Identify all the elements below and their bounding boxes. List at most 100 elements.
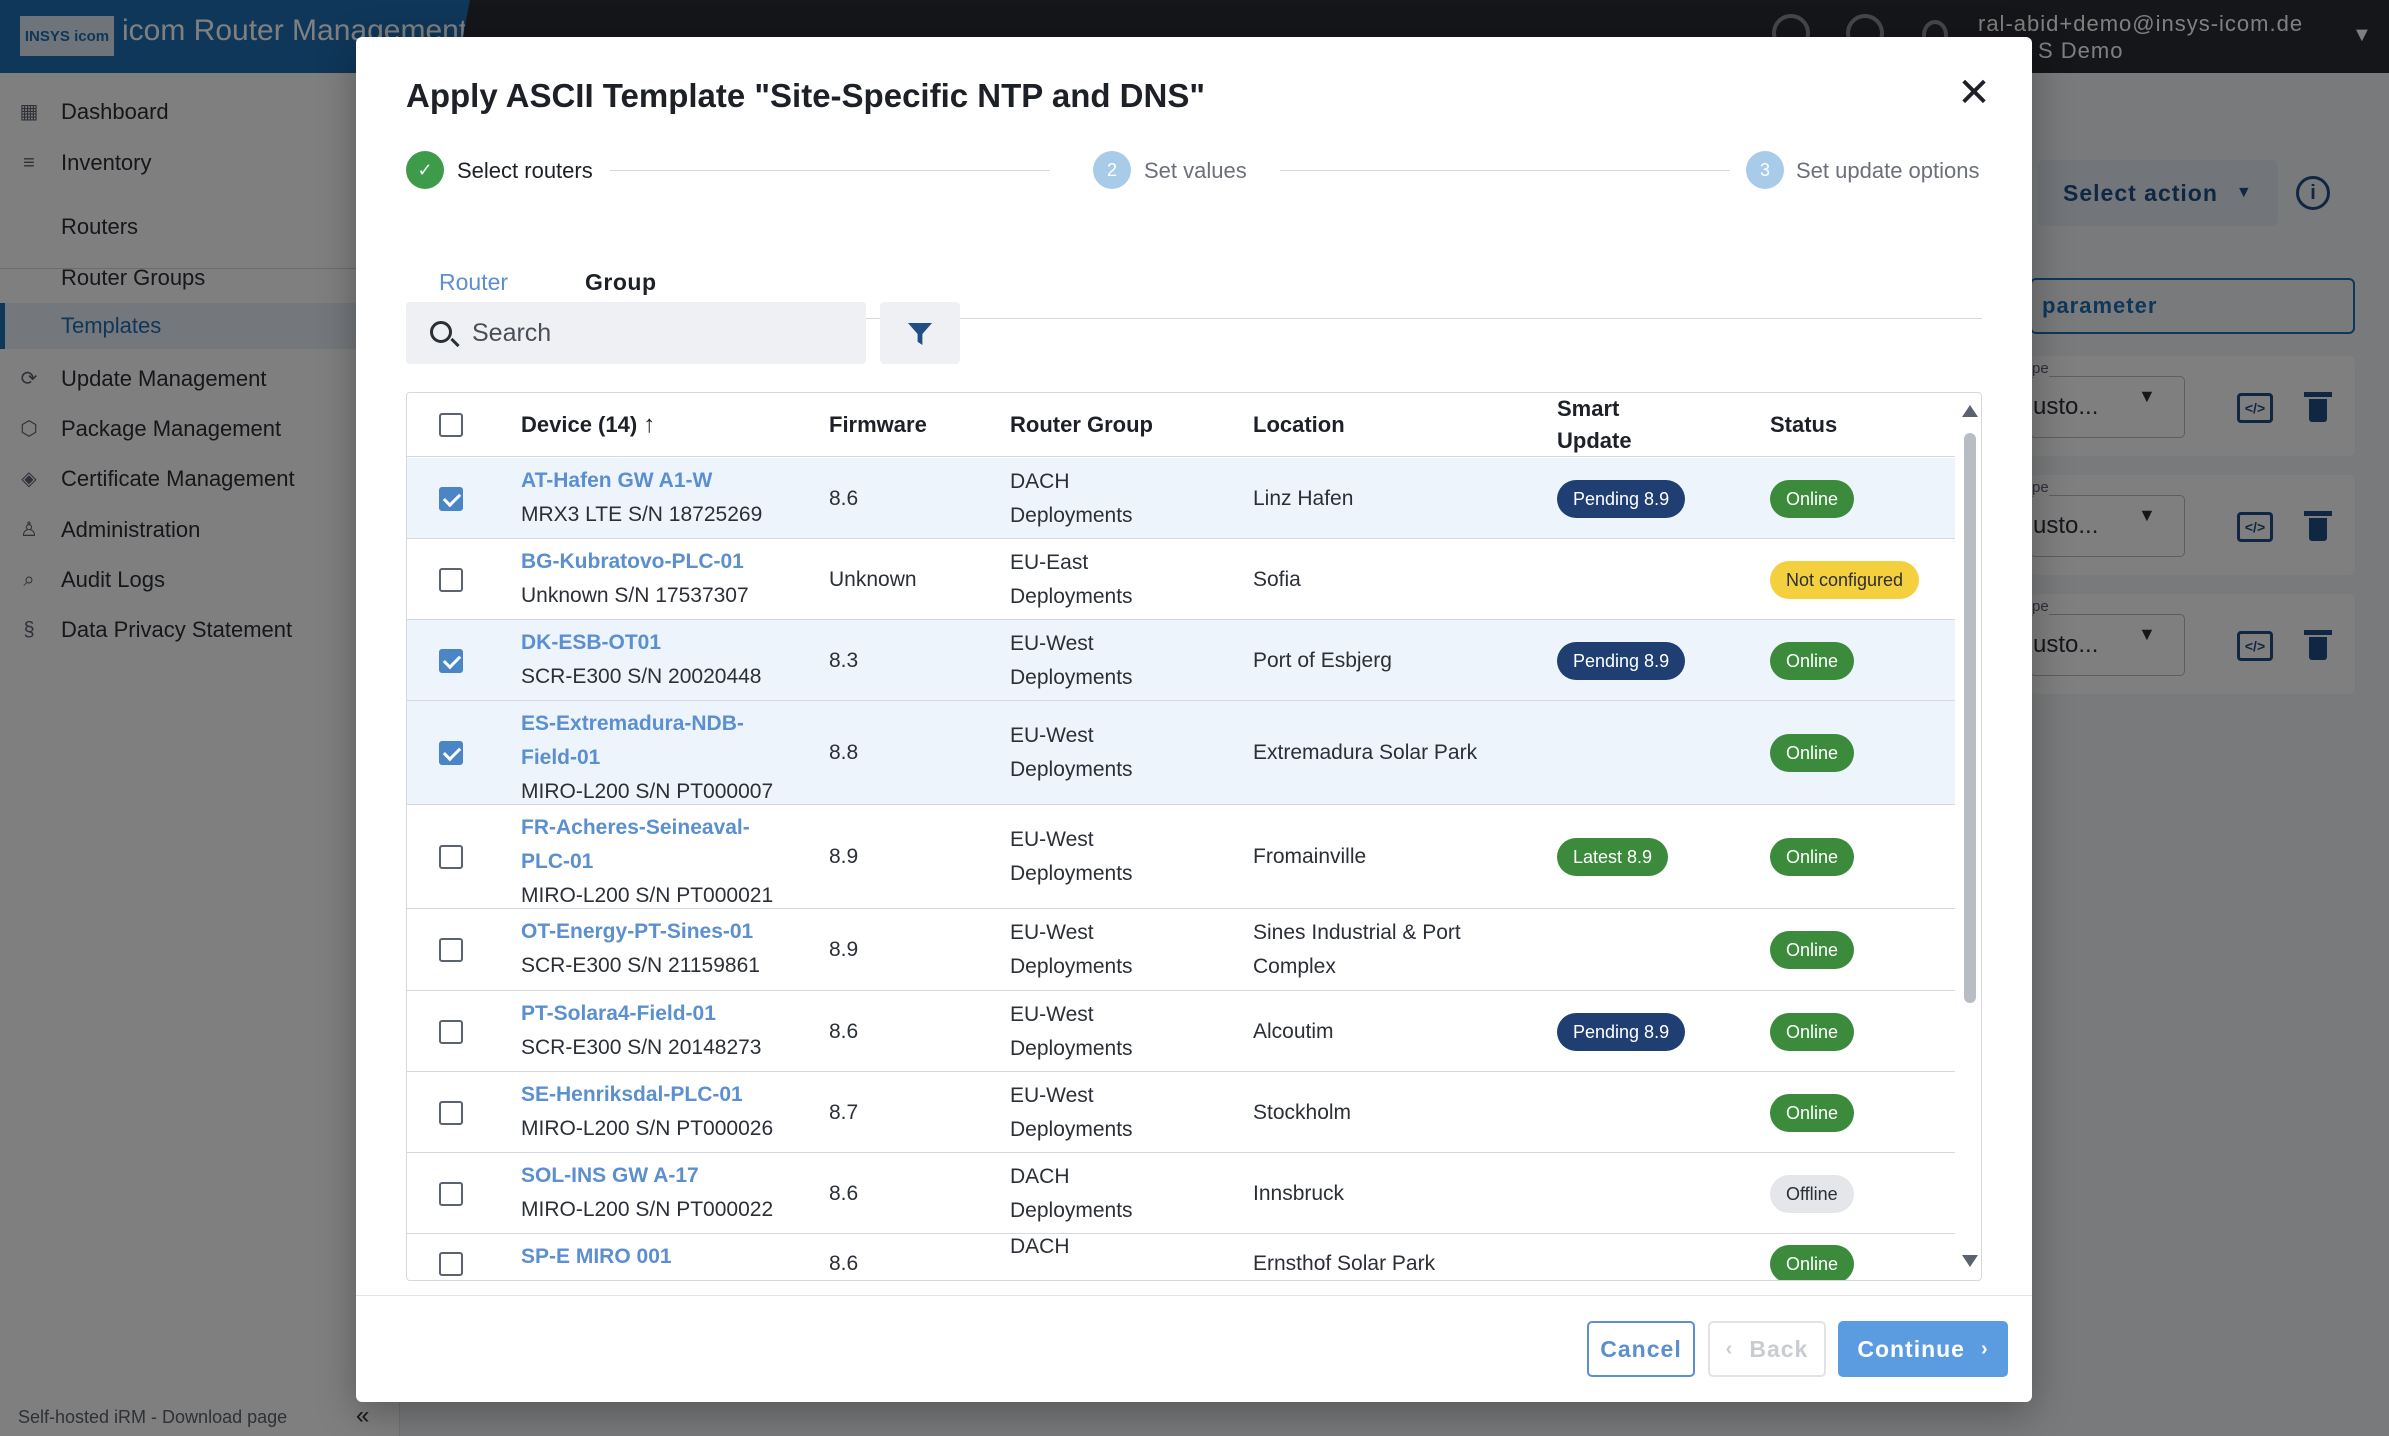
back-button[interactable]: ‹ Back	[1708, 1321, 1826, 1377]
location-cell: Stockholm	[1253, 1100, 1352, 1124]
scroll-down-icon[interactable]	[1962, 1255, 1978, 1267]
device-serial: Unknown S/N 17537307	[521, 584, 749, 607]
table-row[interactable]: SP-E MIRO 001 8.6 DACH Ernsthof Solar Park O…	[407, 1234, 1955, 1280]
firmware-cell: Unknown	[829, 567, 917, 591]
table-row[interactable]: AT-Hafen GW A1-W MRX3 LTE S/N 18725269 8.6…	[407, 458, 1955, 539]
device-cell: PT-Solara4-Field-01 SCR-E300 S/N 20148273	[521, 997, 781, 1065]
location-cell: Fromainville	[1253, 845, 1367, 868]
row-checkbox[interactable]	[439, 938, 463, 962]
scrollbar-thumb[interactable]	[1964, 433, 1976, 1003]
column-header-location[interactable]: Location	[1253, 393, 1345, 457]
status-badge: Offline	[1770, 1174, 1854, 1213]
table-row[interactable]: OT-Energy-PT-Sines-01 SCR-E300 S/N 211598…	[407, 909, 1955, 991]
table-row[interactable]: FR-Acheres-Seineaval-PLC-01 MIRO-L200 S/N…	[407, 805, 1955, 909]
row-checkbox[interactable]	[439, 1100, 463, 1125]
row-checkbox[interactable]	[439, 741, 463, 765]
search-icon	[430, 321, 452, 343]
table-row[interactable]: PT-Solara4-Field-01 SCR-E300 S/N 20148273…	[407, 991, 1955, 1072]
device-cell: AT-Hafen GW A1-W MRX3 LTE S/N 18725269	[521, 464, 781, 532]
status-badge: Online	[1770, 1012, 1855, 1051]
chevron-left-icon: ‹	[1725, 1337, 1734, 1360]
table-header: Device (14) ↑ Firmware Router Group Locat…	[407, 393, 1955, 457]
device-serial: MIRO-L200 S/N PT000007	[521, 780, 774, 803]
row-checkbox[interactable]	[439, 567, 463, 592]
column-header-smart-update[interactable]: Smart Update	[1557, 393, 1667, 457]
router-group-cell: DACH Deployments	[1010, 1164, 1133, 1222]
router-group-cell: EU-West Deployments	[1010, 724, 1133, 781]
select-all-checkbox[interactable]	[439, 413, 463, 437]
firmware-cell: 8.8	[829, 741, 859, 764]
device-name-link[interactable]: PT-Solara4-Field-01	[521, 997, 781, 1031]
router-group-cell: DACH	[1010, 1235, 1070, 1258]
firmware-cell: 8.6	[829, 1181, 859, 1205]
table-scrollbar[interactable]	[1955, 393, 1981, 1280]
filter-button[interactable]	[880, 302, 960, 364]
table-row[interactable]: ES-Extremadura-NDB-Field-01 MIRO-L200 S/N…	[407, 701, 1955, 805]
smart-update-badge: Pending 8.9	[1557, 1012, 1686, 1051]
router-group-cell: EU-West Deployments	[1010, 631, 1133, 689]
stepper: ✓ Select routers 2 Set values 3 Set upda…	[406, 151, 1982, 191]
device-name-link[interactable]: ES-Extremadura-NDB-Field-01	[521, 707, 781, 775]
row-checkbox[interactable]	[439, 1252, 463, 1276]
row-checkbox[interactable]	[439, 1019, 463, 1044]
smart-update-badge: Pending 8.9	[1557, 479, 1686, 518]
column-header-firmware[interactable]: Firmware	[829, 393, 927, 457]
device-cell: SOL-INS GW A-17 MIRO-L200 S/N PT000022	[521, 1159, 781, 1227]
device-serial: MIRO-L200 S/N PT000021	[521, 884, 774, 907]
column-header-device[interactable]: Device (14) ↑	[521, 393, 655, 457]
chevron-right-icon: ›	[1980, 1337, 1989, 1360]
row-checkbox[interactable]	[439, 648, 463, 673]
table-row[interactable]: SE-Henriksdal-PLC-01 MIRO-L200 S/N PT0000…	[407, 1072, 1955, 1153]
location-cell: Innsbruck	[1253, 1181, 1345, 1205]
firmware-cell: 8.9	[829, 938, 859, 961]
step-connector	[610, 170, 1050, 171]
apply-template-dialog: Apply ASCII Template "Site-Specific NTP …	[356, 37, 2032, 1402]
device-name-link[interactable]: SP-E MIRO 001	[521, 1240, 781, 1274]
search-field[interactable]	[406, 302, 866, 364]
table-row[interactable]: BG-Kubratovo-PLC-01 Unknown S/N 17537307 U…	[407, 539, 1955, 620]
device-serial: MIRO-L200 S/N PT000022	[521, 1198, 774, 1221]
device-name-link[interactable]: AT-Hafen GW A1-W	[521, 464, 781, 498]
step-label-set-update-options: Set update options	[1796, 158, 1980, 183]
device-name-link[interactable]: BG-Kubratovo-PLC-01	[521, 545, 781, 579]
location-cell: Extremadura Solar Park	[1253, 741, 1478, 764]
continue-button[interactable]: Continue ›	[1838, 1321, 2008, 1377]
device-cell: SE-Henriksdal-PLC-01 MIRO-L200 S/N PT0000…	[521, 1078, 781, 1146]
firmware-cell: 8.6	[829, 1252, 859, 1275]
row-checkbox[interactable]	[439, 486, 463, 511]
router-group-cell: EU-West Deployments	[1010, 828, 1133, 885]
device-name-link[interactable]: SE-Henriksdal-PLC-01	[521, 1078, 781, 1112]
status-badge: Online	[1770, 734, 1855, 772]
cancel-button[interactable]: Cancel	[1587, 1321, 1695, 1377]
status-badge: Online	[1770, 1093, 1855, 1132]
smart-update-badge: Latest 8.9	[1557, 838, 1669, 876]
device-cell: BG-Kubratovo-PLC-01 Unknown S/N 17537307	[521, 545, 781, 613]
device-name-link[interactable]: DK-ESB-OT01	[521, 626, 781, 660]
table-row[interactable]: DK-ESB-OT01 SCR-E300 S/N 20020448 8.3 EU-We…	[407, 620, 1955, 701]
dialog-title: Apply ASCII Template "Site-Specific NTP …	[406, 77, 1205, 114]
location-cell: Alcoutim	[1253, 1019, 1334, 1043]
step-number: 3	[1746, 151, 1784, 189]
column-header-status[interactable]: Status	[1770, 393, 1837, 457]
footer-divider	[356, 1295, 2032, 1296]
search-input[interactable]	[472, 302, 852, 364]
device-serial: MIRO-L200 S/N PT000026	[521, 1117, 774, 1140]
scroll-up-icon[interactable]	[1962, 405, 1978, 417]
step-connector	[1280, 170, 1730, 171]
router-group-cell: EU-East Deployments	[1010, 550, 1133, 608]
device-name-link[interactable]: OT-Energy-PT-Sines-01	[521, 915, 781, 949]
close-icon[interactable]: ✕	[1954, 73, 1994, 113]
continue-button-label: Continue	[1857, 1335, 1965, 1362]
row-checkbox[interactable]	[439, 1181, 463, 1206]
row-checkbox[interactable]	[439, 845, 463, 869]
location-cell: Port of Esbjerg	[1253, 648, 1392, 672]
device-name-link[interactable]: SOL-INS GW A-17	[521, 1159, 781, 1193]
table-row[interactable]: SOL-INS GW A-17 MIRO-L200 S/N PT000022 8.6…	[407, 1153, 1955, 1234]
router-group-cell: EU-West Deployments	[1010, 1002, 1133, 1060]
location-cell: Ernsthof Solar Park	[1253, 1252, 1436, 1275]
device-name-link[interactable]: FR-Acheres-Seineaval-PLC-01	[521, 811, 781, 879]
firmware-cell: 8.3	[829, 648, 859, 672]
device-serial: SCR-E300 S/N 20020448	[521, 665, 762, 688]
device-serial: SCR-E300 S/N 21159861	[521, 954, 760, 977]
column-header-router-group[interactable]: Router Group	[1010, 393, 1153, 457]
